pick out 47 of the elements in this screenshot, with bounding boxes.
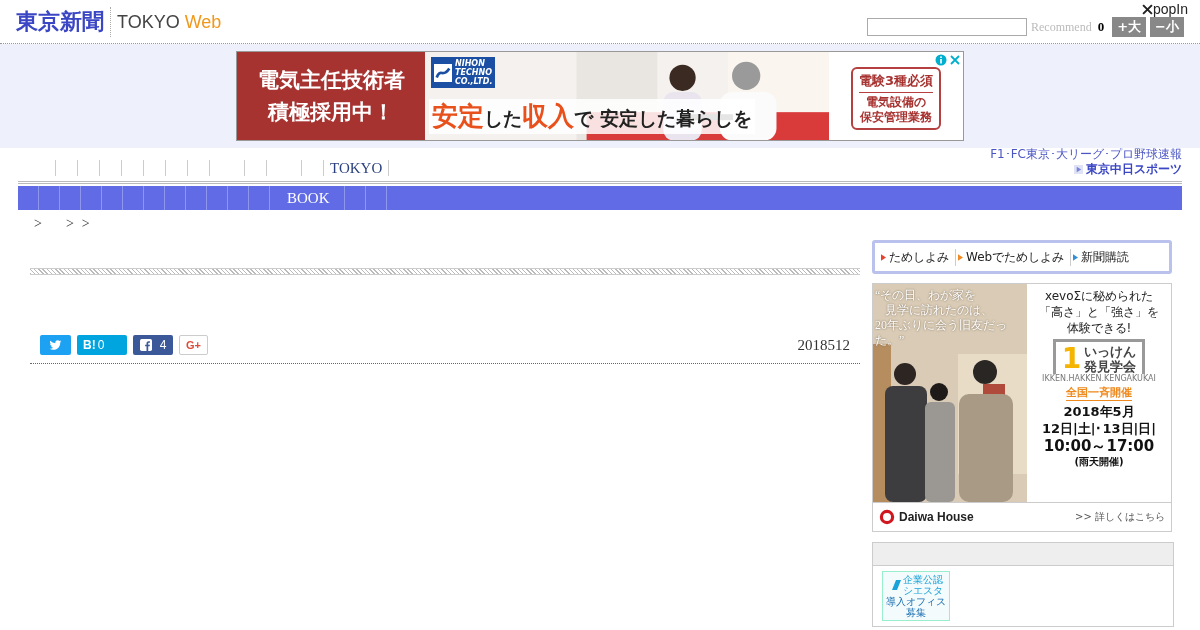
recommend-label: Recommend [1031,19,1092,35]
banner-ad[interactable]: 電気主任技術者 積極採用中！ NIHON TECHNO CO.,LTD. 安定 した収入で 安定した暮らしを 電験3種必須 電気設備の 保安管理業務 [236,51,964,141]
facebook-icon [139,339,152,351]
ad-quote: “その日、わが家を 見学に訪れたのは、 20年ぶりに会う旧友だった。” [875,288,1008,348]
newspaper-logo[interactable]: 東京新聞 [16,7,111,37]
breadcrumb-separator: > [81,216,90,232]
sidebar-link[interactable]: Webでためしよみ [956,248,1072,266]
sidebar-link[interactable]: 新聞購読 [1071,248,1136,266]
event-romaji: IKKEN.HAKKEN.KENGAKUKAI [1042,374,1156,383]
sports-caption: F1･FC東京･大リーグ･プロ野球速報 [990,147,1182,161]
bird-icon [49,339,62,351]
info-icon[interactable] [935,54,947,66]
promo-banner[interactable]: 企業公認 シエスタ 導入オフィス 募集 [882,571,950,621]
ad-text: 保安管理業務 [860,109,932,125]
ad-heading: 積極採用中！ [268,99,394,126]
ad-copy: xevoΣに秘められた 「高さ」と「強さ」を 体験できる! [1039,288,1159,336]
ad-headline: 安定 した収入で 安定した暮らしを [429,99,755,134]
ad-heading: 電気主任技術者 [257,67,405,94]
sports-link[interactable]: 東京中日スポーツ [1086,161,1182,178]
site-brand: TOKYO Web [117,11,222,33]
search-field[interactable] [867,18,1028,36]
font-size-button[interactable]: −小 [1150,17,1184,37]
event-dates: 2018年5月 12日|土|･13日|日| 10:00～17:00 (雨天開催) [1041,403,1157,468]
article-date: 2018512 [797,336,850,354]
brand-name: Daiwa House [899,510,974,524]
twitter-button[interactable] [40,335,71,355]
close-icon[interactable] [1141,3,1153,15]
promo-text: 企業公認 シエスタ [902,574,943,596]
leaf-icon [889,579,902,591]
ring-icon [879,509,895,525]
ad-text: 電気設備の [866,94,926,110]
wave-icon [434,63,452,82]
facebook-button[interactable]: 4 [133,335,173,355]
breadcrumb-separator: > [34,216,42,232]
ad-badge: 電験3種必須 [858,71,933,93]
count-label: 0 [1097,19,1105,35]
google-plus-button[interactable]: G+ [179,335,208,355]
sidebar-link[interactable]: ためしよみ [879,248,956,266]
triangle-icon [1074,165,1083,174]
promo-text: 導入オフィス 募集 [886,596,946,618]
font-size-button[interactable]: +大 [1112,17,1147,37]
more-link[interactable]: >> 詳しくはこちら [1075,510,1165,524]
category-tab[interactable]: BOOK [270,186,345,210]
company-logo: NIHON TECHNO CO.,LTD. [431,57,496,88]
breadcrumb-separator: > [65,216,74,232]
event-tag: 全国一斉開催 [1066,385,1132,401]
nav-link[interactable]: TOKYO [324,160,390,176]
